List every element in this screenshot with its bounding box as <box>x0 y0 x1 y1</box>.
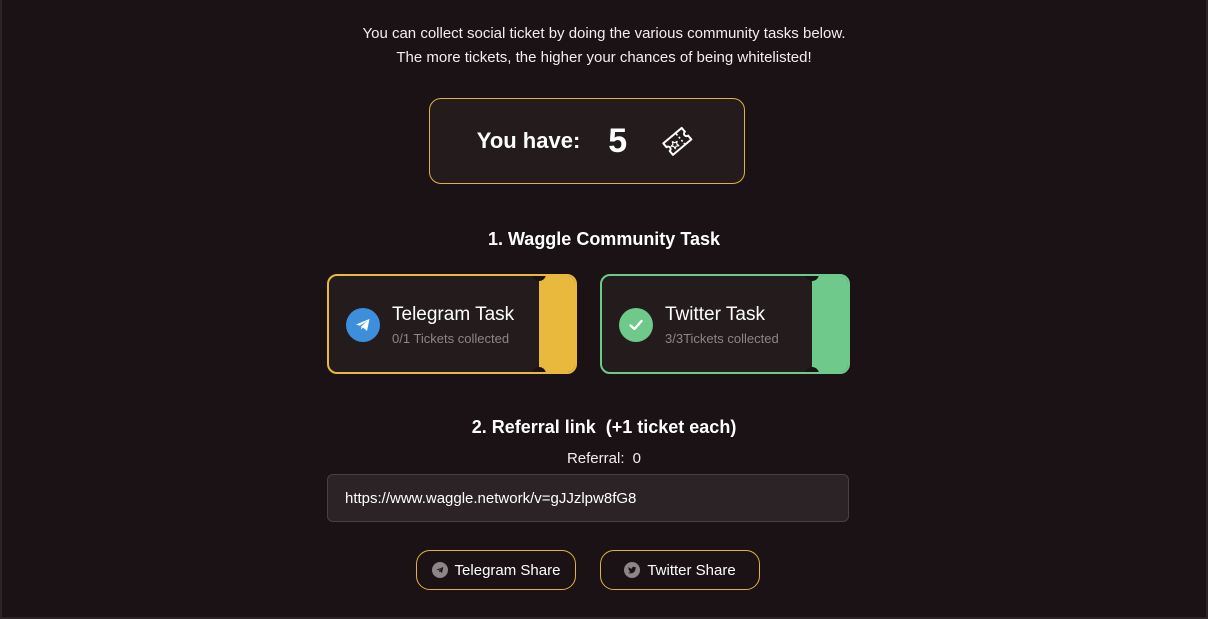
ticket-notch <box>532 367 546 372</box>
telegram-task-status: 0/1 Tickets collected <box>392 331 510 346</box>
referral-count-value: 0 <box>632 450 642 467</box>
twitter-task-title: Twitter Task <box>665 304 765 325</box>
twitter-share-button[interactable]: Twitter Share <box>600 550 760 590</box>
ticket-icon <box>657 121 697 161</box>
twitter-task-stub <box>812 276 848 372</box>
twitter-task-card[interactable]: Twitter Task 3/3Tickets collected <box>600 274 850 374</box>
referral-count-label: Referral: <box>566 450 625 467</box>
intro-line-1: You can collect social ticket by doing t… <box>362 25 846 42</box>
page: You can collect social ticket by doing t… <box>0 0 1208 619</box>
twitter-share-label: Twitter Share <box>647 561 736 579</box>
section-title-referral: 2. Referral link (+1 ticket each) <box>471 417 737 437</box>
referral-link-text: https://www.waggle.network/v=gJJzlpw8fG8 <box>345 489 637 507</box>
section-title-community-task: 1. Waggle Community Task <box>487 229 721 249</box>
intro-text: You can collect social ticket by doing t… <box>0 22 1208 70</box>
referral-link-field[interactable]: https://www.waggle.network/v=gJJzlpw8fG8 <box>327 474 849 522</box>
ticket-count-value: 5 <box>608 121 628 160</box>
telegram-share-label: Telegram Share <box>454 561 561 579</box>
twitter-task-status: 3/3Tickets collected <box>665 331 779 346</box>
frame-left-border <box>0 0 2 619</box>
telegram-share-button[interactable]: Telegram Share <box>416 550 576 590</box>
referral-count: Referral: 0 <box>0 450 1208 467</box>
check-icon <box>619 308 653 342</box>
telegram-task-title: Telegram Task <box>392 304 515 325</box>
twitter-icon <box>624 562 641 578</box>
intro-line-2: The more tickets, the higher your chance… <box>396 49 812 66</box>
ticket-count-box: You have: 5 <box>429 98 745 184</box>
telegram-icon <box>431 562 448 578</box>
telegram-task-card[interactable]: Telegram Task 0/1 Tickets collected <box>327 274 577 374</box>
ticket-notch <box>805 367 819 372</box>
telegram-icon <box>346 308 380 342</box>
telegram-task-stub <box>539 276 575 372</box>
ticket-count-label: You have: <box>476 128 581 153</box>
